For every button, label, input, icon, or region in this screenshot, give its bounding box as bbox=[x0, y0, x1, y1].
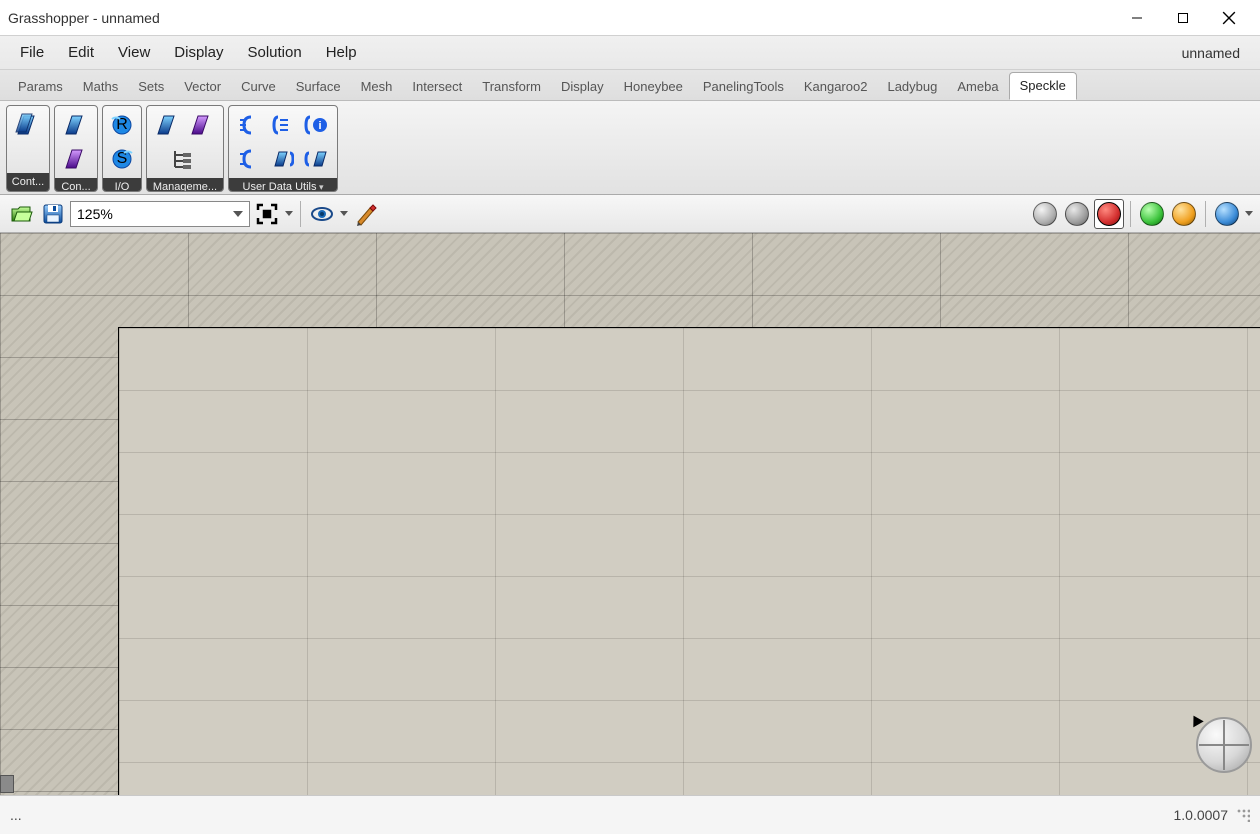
menu-solution[interactable]: Solution bbox=[235, 40, 313, 65]
tool-stream-2[interactable] bbox=[185, 110, 215, 140]
ribbon-panels: Cont... Con... R S I/O bbox=[0, 100, 1260, 195]
menu-file[interactable]: File bbox=[8, 40, 56, 65]
panel-conversion: Con... bbox=[54, 105, 98, 192]
tool-convert-2[interactable] bbox=[59, 144, 89, 174]
shade-wire-button[interactable] bbox=[1030, 199, 1060, 229]
tab-curve[interactable]: Curve bbox=[231, 74, 286, 100]
shade-shaded-button[interactable] bbox=[1094, 199, 1124, 229]
document-name: unnamed bbox=[1170, 41, 1252, 65]
panel-label[interactable]: Con... bbox=[55, 178, 97, 191]
tool-udu-info[interactable]: i bbox=[301, 110, 331, 140]
panel-management: Manageme... bbox=[146, 105, 224, 192]
window-title: Grasshopper - unnamed bbox=[8, 10, 1114, 26]
preview-mesh-button[interactable] bbox=[1169, 199, 1199, 229]
tab-params[interactable]: Params bbox=[8, 74, 73, 100]
menu-display[interactable]: Display bbox=[162, 40, 235, 65]
tool-udu-expand[interactable] bbox=[267, 110, 297, 140]
open-button[interactable] bbox=[6, 199, 36, 229]
panel-user-data-utils: i User Data Utils bbox=[228, 105, 338, 192]
tool-convert-1[interactable] bbox=[59, 110, 89, 140]
titlebar: Grasshopper - unnamed bbox=[0, 0, 1260, 36]
canvas-compass[interactable] bbox=[1196, 717, 1252, 773]
scrollbar-stub[interactable] bbox=[0, 775, 14, 793]
save-button[interactable] bbox=[38, 199, 68, 229]
preview-settings-dropdown[interactable] bbox=[1244, 199, 1254, 229]
tab-maths[interactable]: Maths bbox=[73, 74, 128, 100]
menubar: File Edit View Display Solution Help unn… bbox=[0, 36, 1260, 70]
minimize-button[interactable] bbox=[1114, 3, 1160, 33]
canvas-page[interactable] bbox=[118, 327, 1260, 795]
canvas[interactable] bbox=[0, 233, 1260, 795]
tool-speckle-data[interactable] bbox=[11, 110, 41, 140]
canvas-toolbar: 125% bbox=[0, 195, 1260, 233]
tab-speckle[interactable]: Speckle bbox=[1009, 72, 1077, 100]
tool-sender[interactable]: S bbox=[107, 144, 137, 174]
tab-sets[interactable]: Sets bbox=[128, 74, 174, 100]
tab-ladybug[interactable]: Ladybug bbox=[877, 74, 947, 100]
menu-help[interactable]: Help bbox=[314, 40, 369, 65]
version-text: 1.0.0007 bbox=[1174, 807, 1229, 823]
sketch-button[interactable] bbox=[351, 199, 381, 229]
tab-transform[interactable]: Transform bbox=[472, 74, 551, 100]
zoom-value: 125% bbox=[77, 206, 113, 222]
tool-udu-get[interactable] bbox=[233, 144, 263, 174]
tab-kangaroo2[interactable]: Kangaroo2 bbox=[794, 74, 878, 100]
panel-label[interactable]: User Data Utils bbox=[229, 178, 337, 191]
close-button[interactable] bbox=[1206, 3, 1252, 33]
svg-text:i: i bbox=[318, 120, 321, 132]
sphere-grey2-icon bbox=[1065, 202, 1089, 226]
menu-view[interactable]: View bbox=[106, 40, 162, 65]
preview-selected-button[interactable] bbox=[1137, 199, 1167, 229]
tab-ameba[interactable]: Ameba bbox=[947, 74, 1008, 100]
panel-io: R S I/O bbox=[102, 105, 142, 192]
resize-grip[interactable] bbox=[1236, 808, 1250, 822]
ribbon-tabs: Params Maths Sets Vector Curve Surface M… bbox=[0, 70, 1260, 100]
tool-udu-set[interactable] bbox=[267, 144, 297, 174]
panel-label[interactable]: Manageme... bbox=[147, 178, 223, 191]
tool-udu-query[interactable] bbox=[301, 144, 331, 174]
statusbar: ... 1.0.0007 bbox=[0, 795, 1260, 834]
tab-vector[interactable]: Vector bbox=[174, 74, 231, 100]
sphere-red-icon bbox=[1097, 202, 1121, 226]
panel-label[interactable]: Cont... bbox=[7, 173, 49, 191]
zoom-extents-dropdown[interactable] bbox=[284, 199, 294, 229]
tool-udu-create[interactable] bbox=[233, 110, 263, 140]
tool-tree[interactable] bbox=[151, 144, 215, 174]
preview-settings-button[interactable] bbox=[1212, 199, 1242, 229]
tab-mesh[interactable]: Mesh bbox=[351, 74, 403, 100]
panel-label[interactable]: I/O bbox=[103, 178, 141, 191]
status-text: ... bbox=[10, 807, 1174, 823]
tab-display[interactable]: Display bbox=[551, 74, 614, 100]
sphere-green-icon bbox=[1140, 202, 1164, 226]
tab-panelingtools[interactable]: PanelingTools bbox=[693, 74, 794, 100]
sphere-blue-icon bbox=[1215, 202, 1239, 226]
tool-receiver[interactable]: R bbox=[107, 110, 137, 140]
tab-honeybee[interactable]: Honeybee bbox=[614, 74, 693, 100]
preview-toggle[interactable] bbox=[307, 199, 337, 229]
zoom-select[interactable]: 125% bbox=[70, 201, 250, 227]
panel-content: Cont... bbox=[6, 105, 50, 192]
menu-edit[interactable]: Edit bbox=[56, 40, 106, 65]
tab-surface[interactable]: Surface bbox=[286, 74, 351, 100]
zoom-extents-button[interactable] bbox=[252, 199, 282, 229]
shade-ghosted-button[interactable] bbox=[1062, 199, 1092, 229]
tool-stream-1[interactable] bbox=[151, 110, 181, 140]
maximize-button[interactable] bbox=[1160, 3, 1206, 33]
preview-dropdown[interactable] bbox=[339, 199, 349, 229]
tab-intersect[interactable]: Intersect bbox=[402, 74, 472, 100]
sphere-orange-icon bbox=[1172, 202, 1196, 226]
sphere-grey-icon bbox=[1033, 202, 1057, 226]
